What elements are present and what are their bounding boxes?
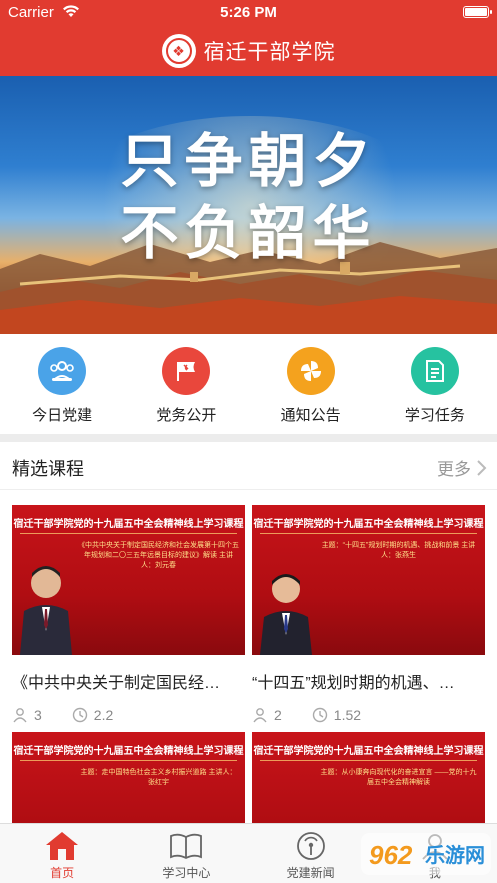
- thumbnail-text: 主题：走中国特色社会主义乡村振兴道路 主讲人：张红宇: [80, 769, 237, 786]
- course-thumbnail: 宿迁干部学院党的十九届五中全会精神线上学习课程 主题：“十四五”规划时期的机遇、…: [252, 505, 485, 655]
- tab-study-center[interactable]: 学习中心: [124, 824, 248, 883]
- broadcast-icon: [294, 830, 328, 862]
- duration-value: 2.2: [93, 707, 114, 723]
- tab-label: 首页: [50, 866, 75, 880]
- learner-count-value: 2: [274, 707, 282, 723]
- book-icon: [169, 830, 203, 862]
- quick-nav-label: 通知公告: [280, 407, 341, 424]
- thumbnail-text: 主题：从小康奔向现代化的奋进宣言 ——党的十九届五中全会精神解读: [320, 769, 477, 786]
- person-icon: [13, 708, 27, 723]
- tab-label: 学习中心: [162, 866, 211, 880]
- thumbnail-header: 宿迁干部学院党的十九届五中全会精神线上学习课程: [13, 746, 244, 757]
- status-time: 5:26 PM: [220, 4, 277, 21]
- hero-banner[interactable]: 只争朝夕 不负韶华: [0, 76, 497, 334]
- thumbnail-header: 宿迁干部学院党的十九届五中全会精神线上学习课程: [13, 519, 244, 530]
- people-icon: [38, 347, 87, 395]
- thumbnail-text: 主题：“十四五”规划时期的机遇、挑战和前景 主讲人：张燕生: [321, 542, 476, 559]
- thumbnail-header: 宿迁干部学院党的十九届五中全会精神线上学习课程: [253, 519, 484, 530]
- course-duration: 2.2: [72, 707, 113, 723]
- app-header: Carrier 5:26 PM ❖ 宿迁干部学院: [0, 0, 497, 76]
- learner-count-value: 3: [34, 707, 42, 723]
- more-label: 更多: [437, 460, 471, 479]
- home-icon: [45, 830, 79, 862]
- thumbnail-header: 宿迁干部学院党的十九届五中全会精神线上学习课程: [253, 746, 484, 757]
- svg-text:962: 962: [369, 840, 413, 870]
- thumbnail-rule: [260, 760, 477, 761]
- thumbnail-rule: [20, 760, 237, 761]
- thumbnail-text: 《中共中央关于制定国民经济和社会发展第十四个五年规划和二〇三五年远景目标的建议》…: [78, 542, 239, 569]
- pinwheel-icon: [286, 347, 335, 395]
- thumbnail-rule: [260, 533, 477, 534]
- course-card[interactable]: 宿迁干部学院党的十九届五中全会精神线上学习课程 《中共中央关于制定国民经济和社会…: [12, 505, 245, 723]
- tab-label: 党建新闻: [286, 866, 335, 880]
- quick-nav-label: 学习任务: [404, 407, 465, 424]
- tab-home[interactable]: 首页: [0, 824, 124, 883]
- app-title: 宿迁干部学院: [203, 41, 336, 64]
- lecturer-portrait: [20, 566, 72, 655]
- section-divider: [0, 434, 497, 442]
- document-icon: [410, 347, 459, 395]
- quick-nav-party-affairs[interactable]: 党务公开: [124, 334, 248, 434]
- status-bar: Carrier 5:26 PM: [0, 0, 497, 26]
- banner-slogan-line2: 不负韶华: [120, 199, 377, 267]
- college-logo: ❖: [161, 34, 196, 68]
- course-thumbnail: 宿迁干部学院党的十九届五中全会精神线上学习课程 《中共中央关于制定国民经济和社会…: [12, 505, 245, 655]
- quick-nav-today-party[interactable]: 今日党建: [0, 334, 124, 434]
- quick-nav-study-tasks[interactable]: 学习任务: [373, 334, 497, 434]
- course-meta: 3 2.2: [12, 707, 245, 723]
- person-icon: [253, 708, 267, 723]
- battery-icon: [463, 6, 492, 18]
- duration-value: 1.52: [333, 707, 362, 723]
- course-duration: 1.52: [312, 707, 361, 723]
- quick-nav-label: 今日党建: [32, 407, 93, 424]
- title-bar: ❖ 宿迁干部学院: [0, 26, 497, 76]
- learner-count: 3: [12, 707, 42, 723]
- logo-emblem-icon: ❖: [165, 38, 192, 64]
- tab-party-news[interactable]: 党建新闻: [249, 824, 373, 883]
- lecturer-portrait: [260, 574, 312, 655]
- app-screen: Carrier 5:26 PM ❖ 宿迁干部学院 只争朝夕 不负韶华 今日党建 …: [0, 0, 497, 883]
- chevron-right-icon: [477, 459, 487, 476]
- course-card[interactable]: 宿迁干部学院党的十九届五中全会精神线上学习课程 主题：“十四五”规划时期的机遇、…: [252, 505, 485, 723]
- section-title: 精选课程: [12, 459, 84, 479]
- course-meta: 2 1.52: [252, 707, 485, 723]
- quick-nav-notices[interactable]: 通知公告: [249, 334, 373, 434]
- course-title: 《中共中央关于制定国民经…: [12, 675, 221, 692]
- clock-icon: [72, 707, 87, 723]
- learner-count: 2: [252, 707, 282, 723]
- thumbnail-rule: [20, 533, 237, 534]
- featured-courses-header: 精选课程 更多: [0, 442, 497, 490]
- quick-nav: 今日党建 党务公开 通知公告 学习任务: [0, 334, 497, 434]
- site-watermark-logo: 962 乐游网: [361, 833, 491, 875]
- clock-icon: [312, 707, 327, 723]
- more-link[interactable]: 更多: [437, 455, 487, 480]
- party-flag-icon: [162, 347, 211, 395]
- svg-text:乐游网: 乐游网: [425, 843, 485, 867]
- course-title: “十四五”规划时期的机遇、…: [252, 675, 455, 692]
- quick-nav-label: 党务公开: [156, 407, 217, 424]
